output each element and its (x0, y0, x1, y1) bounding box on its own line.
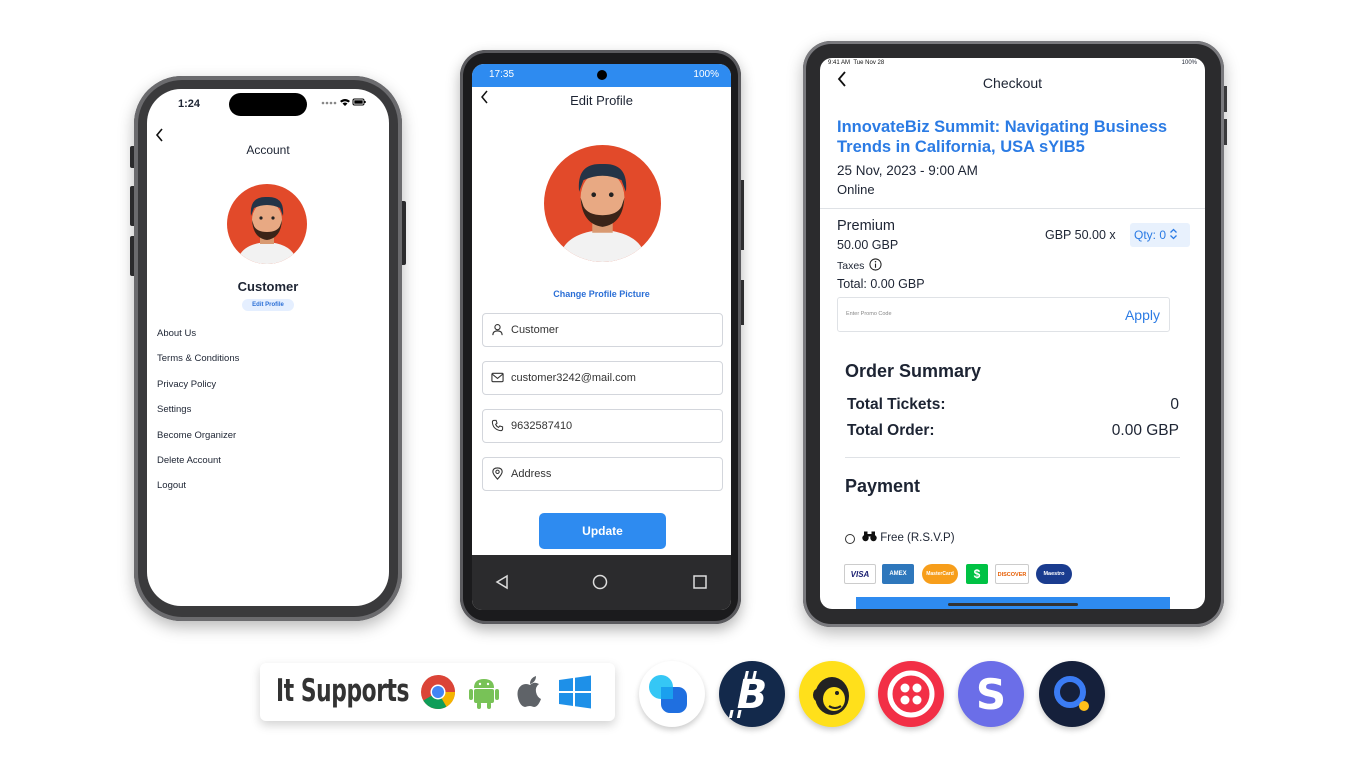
android-volume-button (741, 180, 744, 250)
ipad-volume-up (1224, 86, 1227, 112)
address-field[interactable]: Address (482, 457, 723, 491)
phone-field-value: 9632587410 (511, 420, 573, 432)
windows-icon (559, 675, 591, 709)
supports-label: It Supports (276, 673, 410, 709)
maestro-card-icon: Maestro (1036, 564, 1072, 584)
status-icons (321, 97, 367, 110)
edit-profile-button[interactable]: Edit Profile (242, 299, 294, 311)
avatar[interactable] (544, 145, 661, 262)
address-field-placeholder: Address (511, 468, 552, 480)
email-field[interactable]: customer3242@mail.com (482, 361, 723, 395)
supports-badge: It Supports (260, 663, 615, 721)
stripe-icon (639, 661, 705, 727)
change-profile-picture-link[interactable]: Change Profile Picture (472, 289, 731, 299)
iphone-device: 1:24 Account Customer Edit Profile About… (130, 76, 406, 621)
menu-item-about-us[interactable]: About Us (157, 324, 377, 349)
menu-item-delete-account[interactable]: Delete Account (157, 451, 377, 476)
total-tickets-row: Total Tickets: 0 (847, 396, 1179, 413)
menu-item-privacy[interactable]: Privacy Policy (157, 375, 377, 400)
promo-code-box: Enter Promo Code Apply (837, 297, 1170, 332)
android-device: 17:35 100% Edit Profile Change Profile P… (460, 50, 744, 624)
iphone-screen: 1:24 Account Customer Edit Profile About… (147, 89, 389, 606)
skrill-icon: S (958, 661, 1024, 727)
apply-button[interactable]: Apply (1125, 307, 1160, 323)
status-bar: 17:35 100% (472, 64, 731, 87)
battery-level: 100% (1181, 60, 1197, 66)
twilio-icon (878, 661, 944, 727)
divider (820, 208, 1205, 209)
dynamic-island (229, 93, 307, 116)
menu-item-terms[interactable]: Terms & Conditions (157, 349, 377, 374)
android-screen: 17:35 100% Edit Profile Change Profile P… (472, 64, 731, 610)
user-name: Customer (237, 279, 299, 294)
chrome-icon (421, 675, 455, 709)
phone-icon (491, 419, 504, 432)
page-title: Edit Profile (570, 93, 633, 108)
nav-back-icon[interactable] (494, 574, 510, 590)
android-nav-bar (472, 555, 731, 610)
user-icon (492, 324, 503, 336)
ipad-volume-down (1224, 119, 1227, 145)
status-time: 17:35 (489, 69, 515, 80)
apple-icon (517, 676, 541, 707)
quantity-select[interactable]: Qty: 0 (1130, 223, 1190, 247)
divider (845, 457, 1180, 458)
update-button[interactable]: Update (539, 513, 666, 549)
ticket-name: Premium (837, 218, 896, 234)
event-title[interactable]: InnovateBiz Summit: Navigating Business … (837, 117, 1187, 157)
camera-hole (597, 70, 607, 80)
svg-text:S: S (976, 670, 1006, 719)
page-title: Account (246, 143, 290, 157)
visa-card-icon: VISA (844, 564, 876, 584)
location-pin-icon (492, 467, 503, 480)
mail-icon (491, 372, 504, 383)
chevron-updown-icon (1170, 228, 1178, 240)
discover-card-icon: DISCOVER (995, 564, 1029, 584)
page-title: Checkout (982, 75, 1043, 91)
taxes-row: Taxes (837, 258, 882, 272)
iphone-mute-button (130, 146, 134, 168)
phone-field[interactable]: 9632587410 (482, 409, 723, 443)
menu-item-settings[interactable]: Settings (157, 400, 377, 425)
promo-code-input[interactable]: Enter Promo Code (846, 311, 892, 317)
iphone-volume-up (130, 186, 134, 226)
ticket-price: 50.00 GBP (837, 238, 899, 252)
avatar (227, 184, 307, 264)
menu-item-become-organizer[interactable]: Become Organizer (157, 426, 377, 451)
name-field[interactable]: Customer (482, 313, 723, 347)
iphone-volume-down (130, 236, 134, 276)
binoculars-icon (862, 531, 877, 542)
battery-level: 100% (693, 69, 719, 80)
ipad-screen: 9:41 AM Tue Nov 28 100% Checkout Innovat… (820, 58, 1205, 609)
mastercard-icon: MasterCard (922, 564, 958, 584)
account-menu: About Us Terms & Conditions Privacy Poli… (157, 324, 377, 502)
ticket-total: Total: 0.00 GBP (837, 277, 925, 291)
free-option-label[interactable]: Free (R.S.V.P) (862, 531, 955, 544)
amex-card-icon: AMEX (882, 564, 914, 584)
status-time: 9:41 AM Tue Nov 28 (828, 60, 885, 66)
event-date: 25 Nov, 2023 - 9:00 AM (837, 163, 978, 178)
event-mode: Online (837, 182, 875, 197)
info-icon[interactable] (869, 258, 882, 271)
status-time: 1:24 (178, 98, 201, 110)
email-field-value: customer3242@mail.com (511, 372, 636, 384)
home-indicator (948, 603, 1078, 606)
order-summary-title: Order Summary (845, 361, 982, 381)
payment-title: Payment (845, 476, 921, 496)
total-order-row: Total Order: 0.00 GBP (847, 422, 1179, 439)
unit-price: GBP 50.00 x (1045, 228, 1116, 242)
mailchimp-icon (799, 661, 865, 727)
razorpay-icon (1039, 661, 1105, 727)
iphone-power-button (402, 201, 406, 265)
ipad-device: 9:41 AM Tue Nov 28 100% Checkout Innovat… (803, 41, 1227, 627)
bitcoin-icon: B (719, 661, 785, 727)
free-option-radio[interactable] (845, 534, 855, 544)
android-icon (469, 679, 499, 709)
name-field-value: Customer (511, 324, 559, 336)
nav-recents-icon[interactable] (692, 574, 708, 590)
nav-home-icon[interactable] (592, 574, 608, 590)
android-power-button (741, 280, 744, 325)
cash-app-icon: $ (966, 564, 988, 584)
menu-item-logout[interactable]: Logout (157, 476, 377, 501)
